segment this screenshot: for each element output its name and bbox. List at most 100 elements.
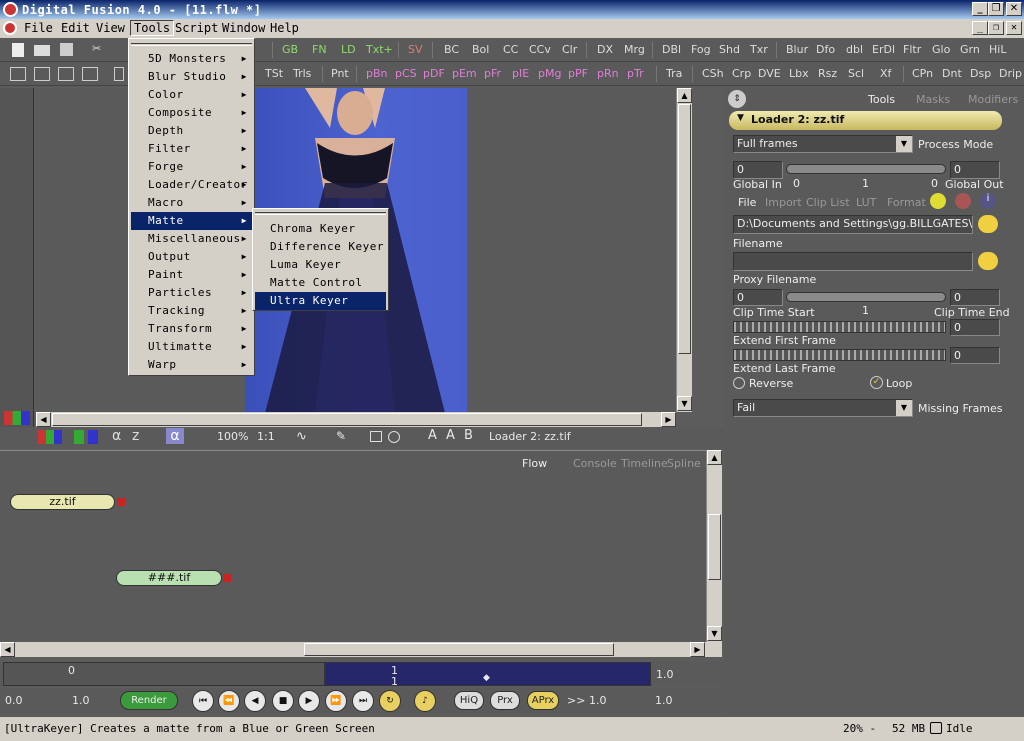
channel-b-icon[interactable]: [88, 430, 98, 444]
tool-pfr[interactable]: pFr: [484, 67, 501, 80]
gear-icon[interactable]: [955, 193, 971, 209]
menu-item-warp[interactable]: Warp ▶: [131, 356, 252, 374]
timeline-playhead-icon[interactable]: ◆: [483, 673, 490, 683]
tool-glo[interactable]: Glo: [932, 43, 950, 56]
file-path-field[interactable]: D:\Documents and Settings\gg.BILLGATES\桌…: [733, 215, 973, 234]
open-icon[interactable]: [34, 45, 50, 56]
tab-tools[interactable]: Tools: [868, 93, 895, 106]
zoom-level[interactable]: 100%: [217, 430, 248, 443]
node-output-icon[interactable]: [223, 574, 231, 582]
tab-masks[interactable]: Masks: [916, 93, 950, 106]
proxy-filename-field[interactable]: [733, 252, 973, 271]
tool-shd[interactable]: Shd: [719, 43, 740, 56]
flow-node[interactable]: zz.tif: [10, 494, 115, 510]
menu-view[interactable]: View: [96, 21, 125, 35]
tool-ccv[interactable]: CCv: [529, 43, 551, 56]
menu-item-depth[interactable]: Depth ▶: [131, 122, 252, 140]
menu-item-filter[interactable]: Filter ▶: [131, 140, 252, 158]
tool-dbl2[interactable]: dbl: [846, 43, 863, 56]
flow-node[interactable]: ###.tif: [116, 570, 222, 586]
global-in-field[interactable]: 0: [733, 161, 783, 179]
hiq-button[interactable]: HiQ: [454, 691, 484, 710]
submenu-item-chroma-keyer[interactable]: Chroma Keyer: [255, 220, 386, 238]
layout-icon-1[interactable]: [10, 67, 26, 81]
submenu-item-ultra-keyer[interactable]: Ultra Keyer: [255, 292, 386, 310]
new-icon[interactable]: [12, 43, 24, 57]
menu-item-color[interactable]: Color ▶: [131, 86, 252, 104]
flow-panel[interactable]: Flow Console Timeline Spline zz.tif ###.…: [0, 450, 706, 642]
tool-dfo[interactable]: Dfo: [816, 43, 835, 56]
tab-flow[interactable]: Flow: [522, 457, 547, 470]
menu-item-output[interactable]: Output ▶: [131, 248, 252, 266]
extend-last-slider[interactable]: [733, 349, 946, 361]
tool-mrg[interactable]: Mrg: [624, 43, 645, 56]
rewind-button[interactable]: ⏪: [218, 690, 240, 712]
flow-vscrollbar[interactable]: ▲ ▼: [706, 450, 722, 642]
step-back-button[interactable]: ◀: [244, 690, 266, 712]
render-start-field[interactable]: 0.0: [5, 694, 23, 707]
submenu-item-luma-keyer[interactable]: Luma Keyer: [255, 256, 386, 274]
layout-icon-3[interactable]: [58, 67, 74, 81]
tool-grn[interactable]: Grn: [960, 43, 980, 56]
dropdown-arrow-icon[interactable]: ▼: [896, 400, 912, 416]
layout-icon-2[interactable]: [34, 67, 50, 81]
a-icon[interactable]: A: [428, 428, 437, 443]
layout-icon-4[interactable]: [82, 67, 98, 81]
doc-maximize-button[interactable]: ❐: [988, 21, 1004, 35]
audio-button[interactable]: ♪: [414, 690, 436, 712]
timeline-end-value[interactable]: 1.0: [656, 668, 674, 681]
tool-scl[interactable]: Scl: [848, 67, 864, 80]
subtab-lut[interactable]: LUT: [856, 196, 876, 209]
browse-folder-icon[interactable]: [978, 215, 998, 233]
menu-item-loader-creator[interactable]: Loader/Creator ▶: [131, 176, 252, 194]
tab-modifiers[interactable]: Modifiers: [968, 93, 1018, 106]
node-output-icon[interactable]: [117, 498, 125, 506]
go-end-button[interactable]: ⏭: [352, 690, 374, 712]
dropdown-arrow-icon[interactable]: ▼: [896, 136, 912, 152]
tool-fltr[interactable]: Fltr: [903, 43, 921, 56]
tool-csh[interactable]: CSh: [702, 67, 724, 80]
panel-expand-icon[interactable]: ⇕: [728, 90, 746, 108]
minimize-button[interactable]: _: [972, 2, 988, 16]
global-range-slider[interactable]: [786, 164, 946, 174]
tool-ptr[interactable]: pTr: [627, 67, 644, 80]
tool-pcs[interactable]: pCS: [395, 67, 417, 80]
menu-item-miscellaneous[interactable]: Miscellaneous ▶: [131, 230, 252, 248]
tool-xf[interactable]: Xf: [880, 67, 891, 80]
tab-spline[interactable]: Spline: [667, 457, 701, 470]
tool-pbn[interactable]: pBn: [366, 67, 388, 80]
prx-button[interactable]: Prx: [490, 691, 520, 710]
save-icon[interactable]: [60, 43, 73, 56]
menu-help[interactable]: Help: [270, 21, 299, 35]
clip-end-field[interactable]: 0: [950, 289, 1000, 306]
tool-sv[interactable]: SV: [408, 43, 423, 56]
tool-prn[interactable]: pRn: [597, 67, 619, 80]
tool-tra[interactable]: Tra: [666, 67, 682, 80]
close-button[interactable]: ✕: [1006, 2, 1022, 16]
play-button[interactable]: ▶: [298, 690, 320, 712]
tool-ld[interactable]: LD: [341, 43, 356, 56]
menu-item-5d-monsters[interactable]: 5D Monsters ▶: [131, 50, 252, 68]
subtab-clip-list[interactable]: Clip List: [806, 196, 850, 209]
z-icon[interactable]: z: [132, 428, 139, 444]
tool-fog[interactable]: Fog: [691, 43, 711, 56]
fast-forward-button[interactable]: ⏩: [325, 690, 347, 712]
channel-rgb-icon[interactable]: [38, 430, 62, 444]
rect-icon[interactable]: [370, 431, 382, 442]
tool-header[interactable]: ▼ Loader 2: zz.tif: [729, 111, 1002, 130]
tool-pie[interactable]: pIE: [512, 67, 529, 80]
proxy-folder-icon[interactable]: [978, 252, 998, 270]
curve-icon[interactable]: ∿: [296, 429, 307, 444]
tool-bol[interactable]: Bol: [472, 43, 489, 56]
tool-crp[interactable]: Crp: [732, 67, 751, 80]
tool-tst[interactable]: TSt: [265, 67, 283, 80]
menu-script[interactable]: Script: [175, 21, 218, 35]
submenu-item-matte-control[interactable]: Matte Control: [255, 274, 386, 292]
tab-console[interactable]: Console: [573, 457, 617, 470]
menu-item-paint[interactable]: Paint ▶: [131, 266, 252, 284]
menu-item-ultimatte[interactable]: Ultimatte ▶: [131, 338, 252, 356]
tool-ppf[interactable]: pPF: [568, 67, 588, 80]
viewer-hscrollbar[interactable]: ◀ ▶: [36, 412, 676, 427]
tool-dve[interactable]: DVE: [758, 67, 781, 80]
alpha-box-icon[interactable]: α: [166, 428, 184, 444]
